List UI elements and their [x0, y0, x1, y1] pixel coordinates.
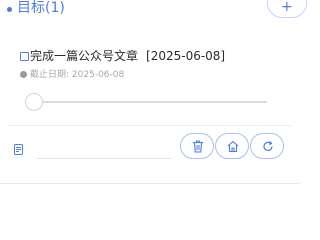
slider-thumb[interactable]: [25, 93, 43, 111]
slider-track: [35, 101, 267, 103]
plus-icon: +: [281, 0, 293, 15]
refresh-button[interactable]: [250, 133, 284, 159]
bottom-divider: [0, 183, 300, 184]
goals-title: 目标(1): [17, 0, 65, 16]
add-goal-button[interactable]: +: [267, 0, 307, 18]
trash-icon: [193, 140, 203, 153]
goals-header: 目标(1) +: [0, 0, 307, 20]
note-icon: [14, 140, 23, 155]
bullet-dot-icon: [7, 7, 12, 12]
info-icon: [20, 71, 27, 78]
progress-slider[interactable]: [25, 93, 269, 111]
note-input[interactable]: [36, 138, 172, 159]
goal-checkbox[interactable]: [20, 52, 29, 61]
deadline-label: 截止日期:: [30, 70, 70, 80]
goal-date: [2025-06-08]: [146, 49, 226, 63]
goal-title: 完成一篇公众号文章: [30, 49, 139, 63]
deadline-value: 2025-06-08: [71, 70, 125, 80]
divider: [8, 125, 292, 126]
refresh-icon: [263, 141, 273, 151]
deadline-text: 截止日期: 2025-06-08: [30, 70, 124, 80]
goal-title-row: 完成一篇公众号文章 [2025-06-08]: [20, 49, 225, 63]
delete-button[interactable]: [180, 133, 214, 159]
home-icon: [227, 140, 239, 153]
home-button[interactable]: [215, 133, 249, 159]
